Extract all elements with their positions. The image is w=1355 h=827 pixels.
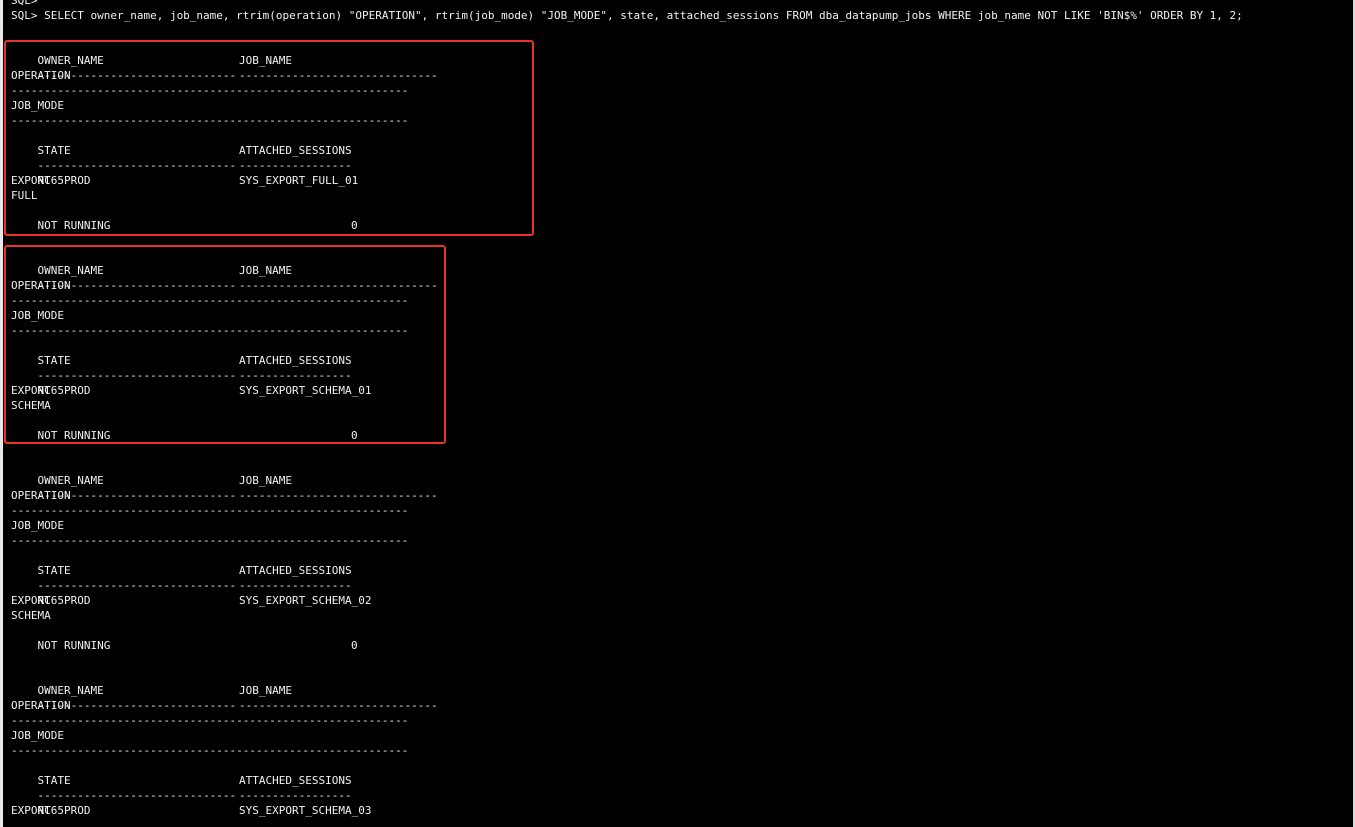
separator-state-attached: ------------------------------ ----------… <box>11 353 352 382</box>
separator-operation: ----------------------------------------… <box>11 504 409 517</box>
header-job-mode: JOB_MODE <box>11 519 64 532</box>
record-row-owner-job: NC65PROD SYS_EXPORT_FULL_01 <box>11 158 359 187</box>
dashes-job: ------------------------------ <box>239 489 438 502</box>
separator-owner-job: ------------------------------ ----------… <box>11 683 438 712</box>
record-attached-sessions: 0 <box>351 219 358 232</box>
header-attached-sessions: ATTACHED_SESSIONS <box>239 564 352 577</box>
separator-operation: ----------------------------------------… <box>11 84 409 97</box>
dashes-job: ------------------------------ <box>239 279 438 292</box>
separator-job-mode: ----------------------------------------… <box>11 114 409 127</box>
record-job-name: SYS_EXPORT_SCHEMA_03 <box>239 804 372 817</box>
window-left-edge <box>0 0 3 827</box>
sql-query-line[interactable]: SQL> SELECT owner_name, job_name, rtrim(… <box>11 8 1243 23</box>
separator-owner-job: ------------------------------ ----------… <box>11 53 438 82</box>
record-attached-sessions: 0 <box>351 429 358 442</box>
record-job-mode: SCHEMA <box>11 399 51 412</box>
separator-job-mode: ----------------------------------------… <box>11 534 409 547</box>
header-job-name: JOB_NAME <box>239 684 292 697</box>
terminal-window[interactable]: SQL> SQL> SELECT owner_name, job_name, r… <box>0 0 1355 827</box>
separator-operation: ----------------------------------------… <box>11 294 409 307</box>
dashes-attached: ----------------- <box>239 159 352 172</box>
header-operation: OPERATION <box>11 69 71 82</box>
header-row-owner-job: OWNER_NAME JOB_NAME <box>11 38 292 67</box>
record-job-mode: FULL <box>11 189 38 202</box>
record-row-owner-job: NC65PROD SYS_EXPORT_SCHEMA_01 <box>11 368 372 397</box>
header-job-mode: JOB_MODE <box>11 309 64 322</box>
separator-owner-job: ------------------------------ ----------… <box>11 473 438 502</box>
record-job-mode: SCHEMA <box>11 609 51 622</box>
record-row-state-attached: NOT RUNNING 0 <box>11 623 358 652</box>
header-job-name: JOB_NAME <box>239 54 292 67</box>
dashes-job: ------------------------------ <box>239 699 438 712</box>
record-row-state-attached: NOT RUNNING 0 <box>11 413 358 442</box>
record-row-state-attached: NOT RUNNING 0 <box>11 203 358 232</box>
header-attached-sessions: ATTACHED_SESSIONS <box>239 144 352 157</box>
record-job-name: SYS_EXPORT_FULL_01 <box>239 174 359 187</box>
sql-prompt: SQL> <box>11 0 38 7</box>
header-row-state-attached: STATE ATTACHED_SESSIONS <box>11 128 352 157</box>
record-operation: EXPORT <box>11 384 51 397</box>
separator-state-attached: ------------------------------ ----------… <box>11 143 352 172</box>
separator-job-mode: ----------------------------------------… <box>11 324 409 337</box>
header-job-name: JOB_NAME <box>239 264 292 277</box>
record-state: NOT RUNNING <box>37 429 111 442</box>
header-job-mode: JOB_MODE <box>11 729 64 742</box>
record-state: NOT RUNNING <box>37 219 111 232</box>
record-operation: EXPORT <box>11 174 51 187</box>
separator-state-attached: ------------------------------ ----------… <box>11 773 352 802</box>
separator-state-attached: ------------------------------ ----------… <box>11 563 352 592</box>
record-job-name: SYS_EXPORT_SCHEMA_02 <box>239 594 372 607</box>
record-attached-sessions: 0 <box>351 639 358 652</box>
separator-job-mode: ----------------------------------------… <box>11 744 409 757</box>
header-operation: OPERATION <box>11 279 71 292</box>
dashes-attached: ----------------- <box>239 789 352 802</box>
dashes-attached: ----------------- <box>239 369 352 382</box>
dashes-attached: ----------------- <box>239 579 352 592</box>
record-operation: EXPORT <box>11 804 51 817</box>
record-row-owner-job: NC65PROD SYS_EXPORT_SCHEMA_02 <box>11 578 372 607</box>
record-operation: EXPORT <box>11 594 51 607</box>
header-row-owner-job: OWNER_NAME JOB_NAME <box>11 248 292 277</box>
header-job-mode: JOB_MODE <box>11 99 64 112</box>
record-job-name: SYS_EXPORT_SCHEMA_01 <box>239 384 372 397</box>
header-row-state-attached: STATE ATTACHED_SESSIONS <box>11 548 352 577</box>
record-row-owner-job: NC65PROD SYS_EXPORT_SCHEMA_03 <box>11 788 372 817</box>
record-state: NOT RUNNING <box>37 639 111 652</box>
header-attached-sessions: ATTACHED_SESSIONS <box>239 774 352 787</box>
header-row-owner-job: OWNER_NAME JOB_NAME <box>11 458 292 487</box>
header-operation: OPERATION <box>11 699 71 712</box>
header-row-state-attached: STATE ATTACHED_SESSIONS <box>11 338 352 367</box>
header-row-owner-job: OWNER_NAME JOB_NAME <box>11 668 292 697</box>
header-row-state-attached: STATE ATTACHED_SESSIONS <box>11 758 352 787</box>
separator-owner-job: ------------------------------ ----------… <box>11 263 438 292</box>
header-attached-sessions: ATTACHED_SESSIONS <box>239 354 352 367</box>
header-operation: OPERATION <box>11 489 71 502</box>
dashes-job: ------------------------------ <box>239 69 438 82</box>
separator-operation: ----------------------------------------… <box>11 714 409 727</box>
header-job-name: JOB_NAME <box>239 474 292 487</box>
